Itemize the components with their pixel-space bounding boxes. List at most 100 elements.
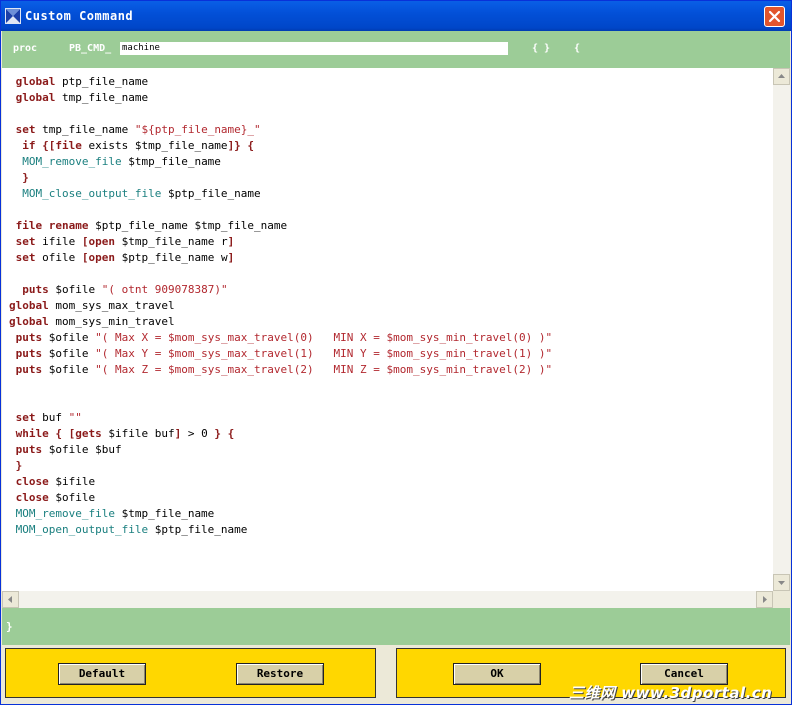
proc-args: { }: [532, 43, 551, 54]
code-line: puts $ofile $buf: [9, 442, 122, 458]
code-token: global: [9, 299, 49, 312]
code-line: global ptp_file_name: [9, 74, 148, 90]
code-token: set: [9, 123, 36, 136]
code-token: $ofile $buf: [42, 443, 122, 456]
code-token: puts: [9, 347, 43, 360]
code-token: set: [9, 251, 36, 264]
scroll-right-button[interactable]: [756, 591, 773, 608]
code-token: $ofile: [48, 491, 96, 504]
restore-button[interactable]: Restore: [236, 663, 324, 685]
code-token: global: [9, 315, 49, 328]
scroll-left-button[interactable]: [2, 591, 19, 608]
code-token: puts: [9, 283, 49, 296]
code-token: mom_sys_min_travel: [48, 315, 175, 328]
proc-footer-bar: }: [2, 608, 790, 645]
code-line: MOM_remove_file $tmp_file_name: [9, 506, 215, 522]
custom-command-window: Custom Command proc PB_CMD_ { } { global…: [0, 0, 792, 705]
code-token: "( otnt 909078387)": [101, 283, 228, 296]
code-line: set ifile [open $tmp_file_name r]: [9, 234, 235, 250]
code-token: MOM_remove_file: [9, 155, 122, 168]
code-token: $tmp_file_name: [121, 155, 221, 168]
close-icon: [768, 10, 781, 23]
code-token: $ptp_file_name w: [114, 251, 228, 264]
code-token: ]: [227, 235, 235, 248]
vertical-scrollbar[interactable]: [773, 68, 790, 591]
code-token: $ptp_file_name $tmp_file_name: [88, 219, 288, 232]
code-line: file rename $ptp_file_name $tmp_file_nam…: [9, 218, 288, 234]
code-token: close: [9, 491, 49, 504]
code-line: }: [9, 170, 29, 186]
code-token: ]: [227, 251, 235, 264]
code-token: $ofile: [42, 363, 96, 376]
arrow-up-icon: [778, 74, 785, 78]
arrow-left-icon: [8, 596, 12, 603]
proc-header-bar: proc PB_CMD_ { } {: [2, 31, 790, 68]
app-icon: [5, 8, 21, 24]
code-token: file rename: [9, 219, 89, 232]
code-token: } {: [214, 427, 235, 440]
code-line: global mom_sys_min_travel: [9, 314, 175, 330]
default-button[interactable]: Default: [58, 663, 146, 685]
code-line: if {[file exists $tmp_file_name]} {: [9, 138, 254, 154]
code-token: $tmp_file_name: [114, 507, 215, 520]
proc-prefix: PB_CMD_: [69, 43, 112, 54]
code-token: global: [9, 91, 56, 104]
code-token: puts: [9, 331, 43, 344]
arrow-right-icon: [763, 596, 767, 603]
scroll-down-button[interactable]: [773, 574, 790, 591]
code-token: buf: [35, 411, 69, 424]
code-token: }: [9, 171, 29, 184]
horizontal-scrollbar[interactable]: [2, 591, 773, 608]
code-line: close $ifile: [9, 474, 96, 490]
code-token: $tmp_file_name r: [114, 235, 228, 248]
code-token: "( Max Y = $mom_sys_max_travel(1) MIN Y …: [95, 347, 553, 360]
code-token: puts: [9, 443, 43, 456]
code-line: global tmp_file_name: [9, 90, 148, 106]
code-token: ptp_file_name: [55, 75, 149, 88]
code-token: $ifile: [48, 475, 96, 488]
close-button[interactable]: [764, 6, 785, 27]
code-editor[interactable]: global ptp_file_name global tmp_file_nam…: [2, 68, 773, 591]
code-line: MOM_close_output_file $ptp_file_name: [9, 186, 260, 202]
scroll-up-button[interactable]: [773, 68, 790, 85]
code-token: $ifile buf: [101, 427, 175, 440]
proc-open-brace: {: [574, 43, 581, 54]
code-token: $ptp_file_name: [148, 523, 248, 536]
code-token: mom_sys_max_travel: [48, 299, 175, 312]
code-line: }: [9, 458, 23, 474]
code-token: "": [68, 411, 82, 424]
code-line: global mom_sys_max_travel: [9, 298, 175, 314]
code-token: set: [9, 235, 36, 248]
code-token: "( Max X = $mom_sys_max_travel(0) MIN X …: [95, 331, 553, 344]
code-line: puts $ofile "( otnt 909078387)": [9, 282, 228, 298]
watermark: 三维网 www.3dportal.cn: [569, 684, 773, 702]
code-token: puts: [9, 363, 43, 376]
code-token: }: [9, 459, 23, 472]
code-token: "${ptp_file_name}_": [134, 123, 261, 136]
code-token: tmp_file_name: [55, 91, 149, 104]
code-token: close: [9, 475, 49, 488]
proc-keyword: proc: [13, 43, 38, 54]
code-token: MOM_remove_file: [9, 507, 115, 520]
code-line: set ofile [open $ptp_file_name w]: [9, 250, 235, 266]
code-line: puts $ofile "( Max Z = $mom_sys_max_trav…: [9, 362, 552, 378]
arrow-down-icon: [778, 581, 785, 585]
proc-name-input[interactable]: [120, 42, 508, 55]
code-line: set tmp_file_name "${ptp_file_name}_": [9, 122, 261, 138]
code-token: "( Max Z = $mom_sys_max_travel(2) MIN Z …: [95, 363, 553, 376]
scroll-corner: [773, 591, 790, 608]
code-token: MOM_close_output_file: [9, 187, 162, 200]
code-token: if {[file: [9, 139, 82, 152]
left-button-panel: Default Restore: [5, 648, 376, 698]
code-token: set: [9, 411, 36, 424]
ok-button[interactable]: OK: [453, 663, 541, 685]
code-token: global: [9, 75, 56, 88]
code-line: while { [gets $ifile buf] > 0 } {: [9, 426, 235, 442]
code-token: $ofile: [42, 347, 96, 360]
code-token: [open: [81, 251, 115, 264]
code-token: > 0: [181, 427, 215, 440]
code-token: $ofile: [42, 331, 96, 344]
code-line: set buf "": [9, 410, 82, 426]
code-token: [open: [81, 235, 115, 248]
code-token: ifile: [35, 235, 82, 248]
